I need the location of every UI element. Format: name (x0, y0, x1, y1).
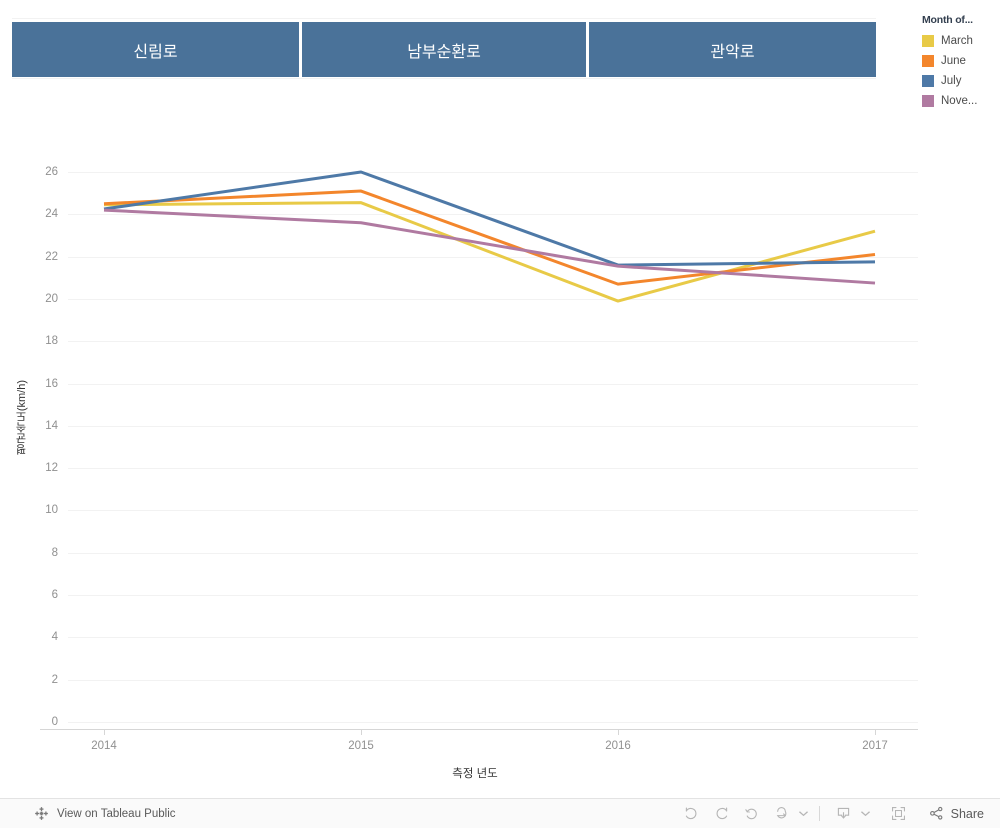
legend-swatch-july (922, 75, 934, 87)
legend-label-july: July (941, 75, 962, 87)
download-dropdown-caret-icon[interactable] (859, 803, 872, 825)
column-header-band: 신림로 남부순환로 관악로 (12, 22, 876, 77)
redo-icon[interactable] (707, 803, 737, 825)
y-tick-label-0: 0 (51, 716, 58, 728)
x-tick-mark-2017 (875, 730, 876, 735)
x-axis-title: 측정 년도 (452, 768, 498, 780)
y-tick-label-14: 14 (45, 419, 58, 432)
header-band-rule-top (12, 18, 876, 19)
y-tick-label-6: 6 (51, 589, 58, 602)
legend-item-march[interactable]: March (922, 31, 1000, 51)
y-tick-label-12: 12 (45, 462, 58, 475)
column-header-gwanakro[interactable]: 관악로 (586, 22, 876, 77)
legend: Month of... March June July Nove... (922, 14, 1000, 111)
x-tick-label-2014: 2014 (91, 740, 117, 752)
plot-area (68, 165, 918, 725)
fullscreen-icon[interactable] (884, 803, 914, 825)
gridline-14 (68, 425, 918, 427)
gridline-18 (68, 341, 918, 343)
share-icon (929, 806, 943, 820)
toolbar-divider (818, 806, 820, 821)
x-tick-label-2015: 2015 (348, 740, 374, 752)
gridline-22 (68, 256, 918, 258)
column-header-sillimro[interactable]: 신림로 (12, 22, 299, 77)
x-tick-mark-2014 (104, 730, 105, 735)
y-tick-label-18: 18 (45, 335, 58, 348)
gridline-6 (68, 595, 918, 597)
refresh-dropdown-caret-icon[interactable] (797, 803, 810, 825)
toolbar-actions: Share (677, 803, 984, 825)
gridline-2 (68, 679, 918, 681)
y-tick-label-4: 4 (51, 631, 58, 644)
share-button[interactable]: Share (928, 805, 984, 822)
x-tick-label-2017: 2017 (862, 740, 888, 752)
gridline-26 (68, 172, 918, 173)
legend-swatch-november (922, 95, 934, 107)
view-on-tableau-public-link[interactable]: View on Tableau Public (34, 806, 176, 821)
legend-label-march: March (941, 35, 973, 47)
gridline-24 (68, 214, 918, 216)
legend-swatch-march (922, 35, 934, 47)
share-label: Share (950, 806, 984, 821)
legend-item-june[interactable]: June (922, 51, 1000, 71)
x-axis-line (40, 729, 918, 730)
y-tick-label-20: 20 (45, 292, 58, 305)
tableau-viz-canvas: 신림로 남부순환로 관악로 Month of... March June Jul… (0, 0, 1000, 798)
tableau-link-label: View on Tableau Public (57, 807, 176, 820)
gridline-12 (68, 468, 918, 470)
legend-label-november: Nove... (941, 95, 978, 107)
download-icon[interactable] (829, 803, 859, 825)
y-tick-label-2: 2 (51, 673, 58, 686)
header-band-rule-bottom (12, 78, 876, 79)
legend-label-june: June (941, 55, 966, 67)
y-tick-label-10: 10 (45, 504, 58, 517)
gridline-8 (68, 552, 918, 554)
gridline-20 (68, 298, 918, 300)
tableau-toolbar: View on Tableau Public Share (0, 798, 1000, 828)
gridline-16 (68, 383, 918, 385)
revert-icon[interactable] (737, 803, 767, 825)
legend-title: Month of... (922, 14, 973, 26)
x-tick-mark-2015 (361, 730, 362, 735)
refresh-icon[interactable] (767, 803, 797, 825)
gridline-10 (68, 510, 918, 512)
gridline-0 (68, 722, 918, 723)
y-tick-label-24: 24 (45, 208, 58, 221)
y-tick-label-26: 26 (45, 166, 58, 178)
gridline-4 (68, 637, 918, 639)
column-header-nambusunhwanro[interactable]: 남부순환로 (299, 22, 586, 77)
x-tick-mark-2016 (618, 730, 619, 735)
legend-item-november[interactable]: Nove... (922, 91, 1000, 111)
legend-swatch-june (922, 55, 934, 67)
y-axis-ticks: 0 2 4 6 8 10 12 14 16 18 20 22 24 26 (18, 165, 58, 728)
legend-item-july[interactable]: July (922, 71, 1000, 91)
undo-icon[interactable] (677, 803, 707, 825)
y-tick-label-22: 22 (45, 250, 58, 263)
x-tick-label-2016: 2016 (605, 740, 631, 752)
tableau-logo-icon (35, 807, 48, 820)
y-tick-label-16: 16 (45, 377, 58, 390)
y-tick-label-8: 8 (51, 546, 58, 559)
